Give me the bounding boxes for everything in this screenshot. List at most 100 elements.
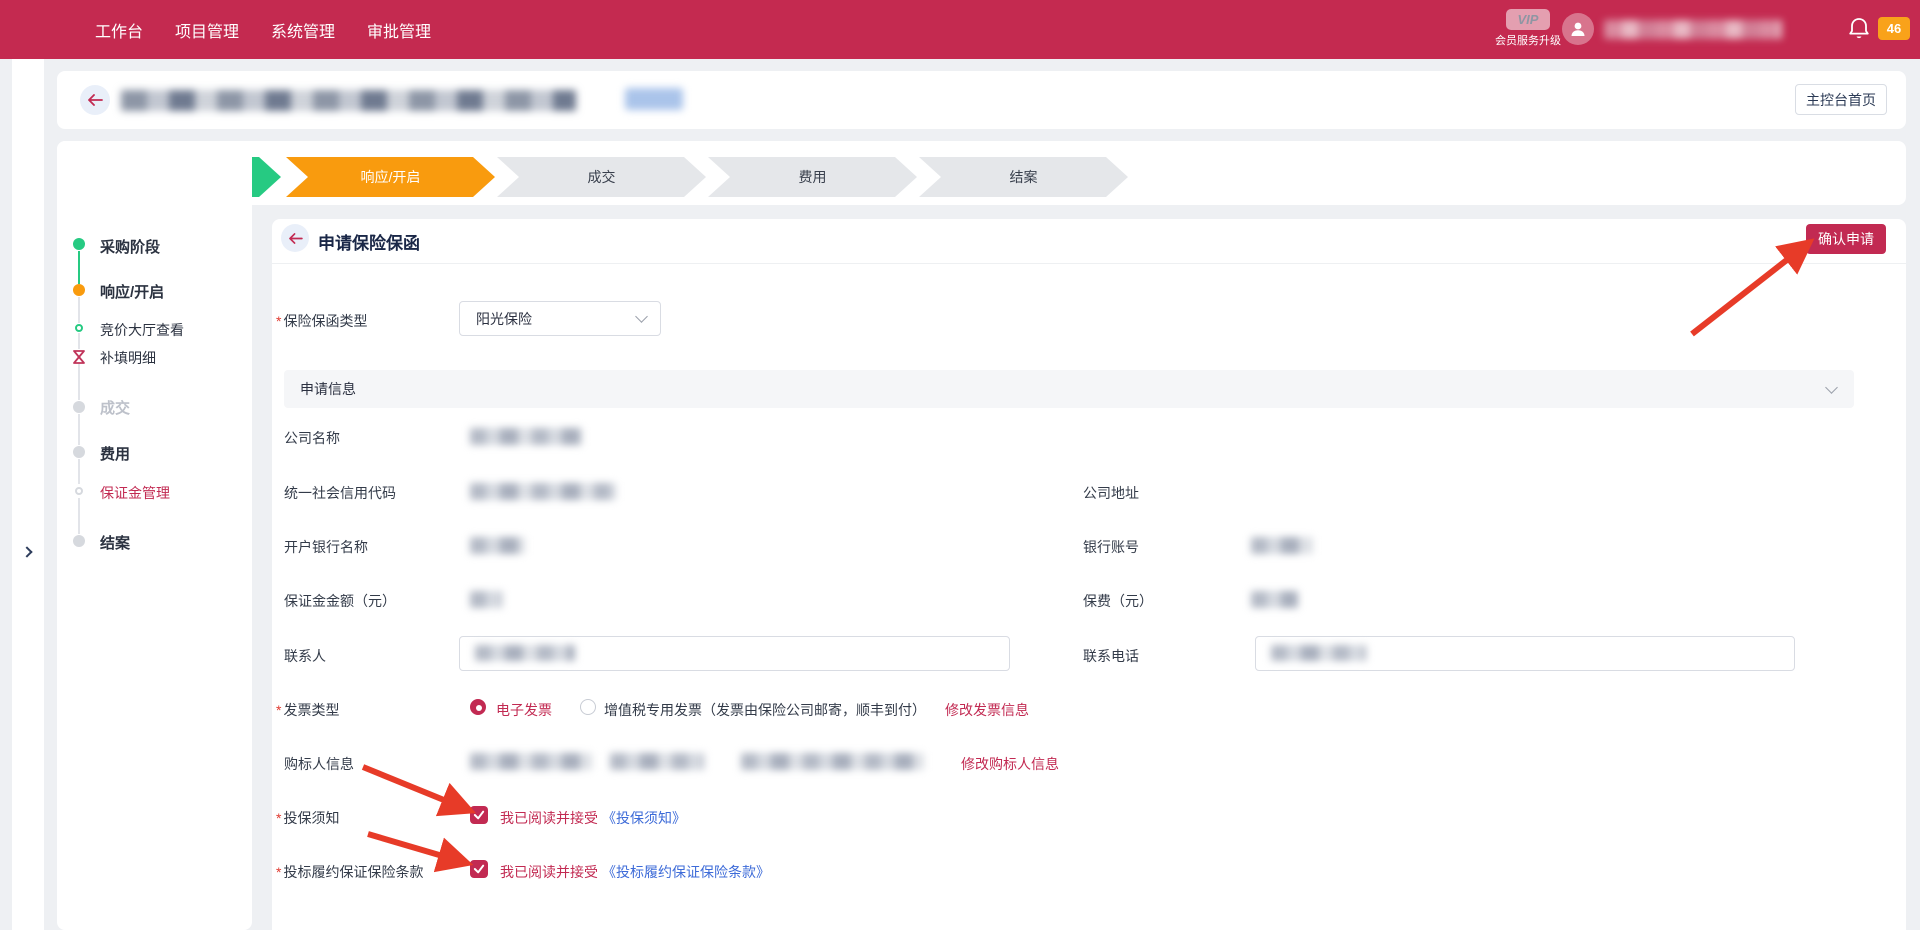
form-back-button[interactable] — [281, 224, 309, 252]
bank-name-redacted — [470, 537, 525, 554]
modify-invoice-link[interactable]: 修改发票信息 — [945, 700, 1029, 720]
menu-item-system-management[interactable]: 系统管理 — [271, 18, 335, 42]
timeline-connector — [78, 363, 80, 400]
bank-account-redacted — [1251, 537, 1313, 554]
field-label-contact: 联系人 — [284, 646, 326, 666]
timeline-ring-pending — [75, 487, 83, 495]
section-title: 申请信息 — [300, 379, 356, 399]
sidebar-item-fill-details[interactable]: 补填明细 — [100, 348, 156, 368]
radio-label-electronic-invoice[interactable]: 电子发票 — [496, 700, 552, 720]
hourglass-icon — [72, 349, 86, 365]
field-label-insure-notice: *投保须知 — [276, 808, 339, 828]
expand-panel-icon[interactable] — [21, 546, 32, 557]
chevron-down-icon — [635, 310, 648, 323]
menu-item-workbench[interactable]: 工作台 — [95, 18, 143, 42]
insurance-type-select[interactable]: 阳光保险 — [459, 301, 661, 336]
vip-icon: VIP — [1506, 9, 1550, 30]
radio-label-vat-invoice[interactable]: 增值税专用发票（发票由保险公司邮寄，顺丰到付） — [604, 700, 926, 720]
vip-upgrade[interactable]: VIP 会员服务升级 — [1488, 9, 1568, 48]
sidebar-item-procurement[interactable]: 采购阶段 — [100, 236, 160, 257]
field-label-premium: 保费（元） — [1083, 591, 1153, 611]
agree-text: 我已阅读并接受 — [500, 808, 598, 828]
menu-item-project-management[interactable]: 项目管理 — [175, 18, 239, 42]
contact-redacted — [475, 645, 575, 661]
confirm-apply-button[interactable]: 确认申请 — [1806, 224, 1886, 254]
field-label-deposit-amount: 保证金金额（元） — [284, 591, 396, 611]
top-navbar: 工作台 项目管理 系统管理 审批管理 VIP 会员服务升级 46 — [0, 0, 1920, 59]
credit-code-redacted — [470, 483, 616, 500]
project-title-redacted — [121, 90, 576, 111]
field-label-company-address: 公司地址 — [1083, 483, 1139, 503]
insurance-type-value: 阳光保险 — [476, 309, 532, 329]
username-redacted[interactable] — [1604, 20, 1782, 39]
sidebar-item-deal[interactable]: 成交 — [100, 397, 130, 418]
buyer-info-redacted — [741, 753, 924, 770]
sidebar-item-bidding-hall[interactable]: 竞价大厅查看 — [100, 320, 184, 340]
status-badge-redacted — [625, 88, 683, 110]
field-label-company-name: 公司名称 — [284, 428, 340, 448]
timeline-dot-done — [73, 238, 85, 250]
step-close[interactable]: 结案 — [919, 157, 1128, 197]
required-mark: * — [276, 864, 281, 880]
sidebar-item-response-open[interactable]: 响应/开启 — [100, 281, 164, 302]
back-arrow-icon — [288, 233, 303, 244]
menu-item-approval-management[interactable]: 审批管理 — [367, 18, 431, 42]
agree-text: 我已阅读并接受 — [500, 862, 598, 882]
divider — [272, 263, 1906, 264]
field-label-invoice-type: *发票类型 — [276, 700, 339, 720]
radio-vat-invoice[interactable] — [580, 699, 596, 715]
contact-phone-redacted — [1271, 645, 1366, 661]
field-label-contact-phone: 联系电话 — [1083, 646, 1139, 666]
field-label-bank-account: 银行账号 — [1083, 537, 1139, 557]
stage-sidebar: 采购阶段 响应/开启 竞价大厅查看 补填明细 成交 费用 保证金管理 结案 — [57, 141, 252, 930]
field-label-credit-code: 统一社会信用代码 — [284, 483, 396, 503]
user-avatar[interactable] — [1562, 13, 1594, 45]
console-home-button[interactable]: 主控台首页 — [1795, 84, 1887, 115]
insurance-application-form: 申请保险保函 确认申请 *保险保函类型 阳光保险 申请信息 公司名称 统一社会信… — [272, 219, 1906, 930]
timeline-ring-done — [75, 324, 83, 332]
sidebar-item-deposit-management[interactable]: 保证金管理 — [100, 483, 170, 503]
company-name-redacted — [470, 428, 582, 445]
vip-caption: 会员服务升级 — [1488, 32, 1568, 48]
insure-notice-checkbox[interactable] — [470, 806, 488, 824]
check-icon — [473, 864, 485, 874]
field-label-buyer-info: 购标人信息 — [284, 754, 354, 774]
policy-terms-link[interactable]: 《投标履约保证保险条款》 — [602, 862, 770, 882]
field-label-insurance-type: *保险保函类型 — [276, 311, 367, 331]
radio-electronic-invoice[interactable] — [470, 699, 486, 715]
bell-icon[interactable] — [1846, 15, 1872, 43]
premium-redacted — [1251, 591, 1298, 608]
timeline-connector — [78, 498, 80, 534]
progress-steps: 采购阶段 响应/开启 成交 费用 结案 — [57, 141, 1906, 205]
check-icon — [473, 810, 485, 820]
timeline-connector — [78, 297, 80, 323]
back-arrow-icon — [87, 94, 103, 106]
timeline-connector — [78, 414, 80, 445]
form-title: 申请保险保函 — [318, 229, 420, 254]
field-label-policy-terms: *投标履约保证保险条款 — [276, 862, 423, 882]
main-menu: 工作台 项目管理 系统管理 审批管理 — [95, 0, 431, 59]
section-application-info[interactable]: 申请信息 — [284, 370, 1854, 408]
deposit-amount-redacted — [470, 591, 502, 608]
timeline-connector — [78, 459, 80, 484]
timeline-dot-pending — [73, 446, 85, 458]
step-fee[interactable]: 费用 — [708, 157, 917, 197]
sidebar-item-close[interactable]: 结案 — [100, 532, 130, 553]
required-mark: * — [276, 702, 281, 718]
collapsed-panel — [12, 59, 44, 930]
timeline-dot-pending — [73, 535, 85, 547]
insure-notice-link[interactable]: 《投保须知》 — [602, 808, 686, 828]
page-header-card: 主控台首页 — [57, 71, 1906, 129]
sidebar-item-fee[interactable]: 费用 — [100, 443, 130, 464]
field-label-bank-name: 开户银行名称 — [284, 537, 368, 557]
timeline-dot-current — [73, 284, 85, 296]
timeline-connector — [78, 251, 80, 284]
buyer-info-redacted — [470, 753, 592, 770]
buyer-info-redacted — [610, 753, 704, 770]
step-deal[interactable]: 成交 — [497, 157, 706, 197]
step-response-open[interactable]: 响应/开启 — [286, 157, 495, 197]
policy-terms-checkbox[interactable] — [470, 860, 488, 878]
back-button[interactable] — [80, 85, 110, 115]
collapse-chevron-icon — [1825, 381, 1838, 394]
modify-buyer-info-link[interactable]: 修改购标人信息 — [961, 754, 1059, 774]
